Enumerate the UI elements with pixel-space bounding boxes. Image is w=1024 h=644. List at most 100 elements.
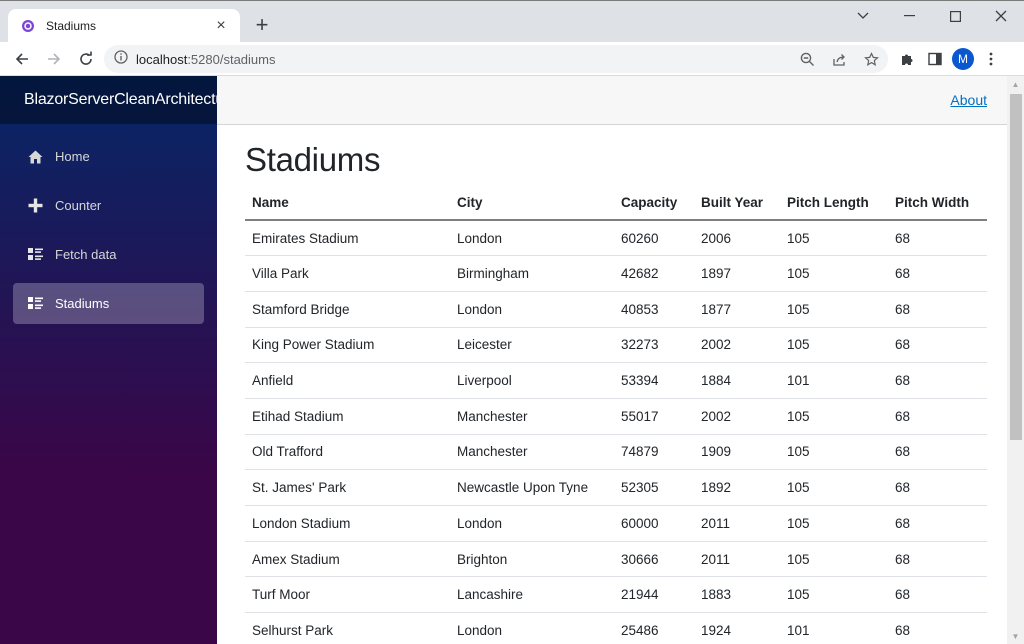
cell-pitch-length: 105 — [780, 220, 888, 257]
cell-pitch-width: 68 — [888, 291, 987, 328]
about-link[interactable]: About — [950, 92, 987, 108]
site-info-icon[interactable] — [114, 49, 128, 69]
cell-city: Manchester — [450, 434, 614, 471]
cell-pitch-length: 101 — [780, 362, 888, 399]
cell-name: King Power Stadium — [245, 327, 450, 364]
cell-pitch-length: 105 — [780, 469, 888, 506]
sidebar-item-label: Fetch data — [55, 247, 117, 262]
cell-city: Manchester — [450, 398, 614, 435]
cell-built-year: 2011 — [694, 541, 780, 578]
scroll-up-arrow-icon[interactable]: ▲ — [1007, 76, 1024, 92]
cell-pitch-width: 68 — [888, 541, 987, 578]
cell-name: Villa Park — [245, 255, 450, 292]
new-tab-button[interactable]: + — [250, 13, 274, 37]
cell-pitch-width: 68 — [888, 398, 987, 435]
cell-capacity: 40853 — [614, 291, 694, 328]
cell-name: Amex Stadium — [245, 541, 450, 578]
tab-search-icon[interactable] — [840, 1, 886, 31]
list-rich-icon — [27, 247, 43, 263]
stadiums-table: Name City Capacity Built Year Pitch Leng… — [245, 187, 987, 644]
cell-pitch-length: 105 — [780, 434, 888, 471]
cell-pitch-width: 68 — [888, 362, 987, 399]
table-row: Stamford Bridge London 40853 1877 105 68 — [245, 291, 987, 328]
url-text: localhost:5280/stadiums — [136, 52, 275, 67]
side-panel-icon[interactable] — [924, 48, 946, 70]
cell-pitch-length: 105 — [780, 255, 888, 292]
cell-name: Emirates Stadium — [245, 220, 450, 257]
sidebar: BlazorServerCleanArchitecture Home Count… — [0, 76, 217, 644]
plus-icon — [27, 198, 43, 214]
cell-built-year: 1892 — [694, 469, 780, 506]
cell-name: Selhurst Park — [245, 612, 450, 644]
back-arrow-icon[interactable] — [6, 43, 38, 75]
cell-city: London — [450, 505, 614, 542]
address-bar[interactable]: localhost:5280/stadiums — [104, 45, 888, 73]
url-path: :5280/stadiums — [187, 51, 276, 67]
more-menu-icon[interactable] — [980, 48, 1002, 70]
tab-close-icon[interactable]: × — [212, 17, 230, 35]
cell-city: Birmingham — [450, 255, 614, 292]
bookmark-star-icon[interactable] — [860, 48, 882, 70]
cell-built-year: 2002 — [694, 398, 780, 435]
cell-pitch-width: 68 — [888, 327, 987, 364]
browser-toolbar: localhost:5280/stadiums M — [0, 42, 1024, 76]
sidebar-item-home[interactable]: Home — [13, 136, 204, 177]
table-row: St. James' Park Newcastle Upon Tyne 52305 1… — [245, 469, 987, 506]
table-body: Emirates Stadium London 60260 2006 105 68 Vill… — [245, 220, 987, 644]
sidebar-item-fetch-data[interactable]: Fetch data — [13, 234, 204, 275]
minimize-icon[interactable] — [886, 1, 932, 31]
sidebar-item-counter[interactable]: Counter — [13, 185, 204, 226]
forward-arrow-icon[interactable] — [38, 43, 70, 75]
page-viewport: BlazorServerCleanArchitecture Home Count… — [0, 76, 1024, 644]
scroll-down-arrow-icon[interactable]: ▼ — [1007, 628, 1024, 644]
reload-icon[interactable] — [70, 43, 102, 75]
cell-city: Leicester — [450, 327, 614, 364]
cell-name: Turf Moor — [245, 576, 450, 614]
scrollbar-thumb[interactable] — [1010, 94, 1022, 440]
cell-pitch-width: 68 — [888, 255, 987, 292]
cell-built-year: 1924 — [694, 612, 780, 644]
column-header-capacity: Capacity — [614, 187, 694, 221]
brand-bar: BlazorServerCleanArchitecture — [0, 76, 217, 124]
url-host: localhost — [136, 51, 188, 67]
cell-capacity: 60260 — [614, 220, 694, 257]
cell-capacity: 21944 — [614, 576, 694, 614]
cell-pitch-length: 101 — [780, 612, 888, 644]
cell-capacity: 25486 — [614, 612, 694, 644]
cell-capacity: 55017 — [614, 398, 694, 435]
cell-city: Liverpool — [450, 362, 614, 399]
browser-tab[interactable]: Stadiums × — [8, 9, 240, 43]
list-rich-icon — [27, 296, 43, 312]
table-header-row: Name City Capacity Built Year Pitch Leng… — [245, 187, 987, 221]
sidebar-nav: Home Counter Fetch data Stadiums — [0, 124, 217, 324]
vertical-scrollbar[interactable]: ▲ ▼ — [1007, 76, 1024, 644]
brand-link[interactable]: BlazorServerCleanArchitecture — [24, 91, 217, 109]
close-window-icon[interactable] — [978, 1, 1024, 31]
blazor-favicon-icon — [20, 18, 36, 34]
cell-capacity: 52305 — [614, 469, 694, 506]
sidebar-item-stadiums[interactable]: Stadiums — [13, 283, 204, 324]
cell-built-year: 1877 — [694, 291, 780, 328]
share-icon[interactable] — [828, 48, 850, 70]
cell-pitch-width: 68 — [888, 505, 987, 542]
extensions-puzzle-icon[interactable] — [896, 48, 918, 70]
tab-title: Stadiums — [46, 19, 97, 33]
page-title: Stadiums — [245, 141, 381, 178]
cell-city: Brighton — [450, 541, 614, 578]
zoom-out-icon[interactable] — [796, 48, 818, 70]
table-row: Villa Park Birmingham 42682 1897 105 68 — [245, 255, 987, 292]
table-row: Selhurst Park London 25486 1924 101 68 — [245, 612, 987, 644]
maximize-icon[interactable] — [932, 1, 978, 31]
sidebar-item-label: Counter — [55, 198, 102, 213]
column-header-built-year: Built Year — [694, 187, 780, 221]
profile-avatar[interactable]: M — [952, 48, 974, 70]
cell-city: Lancashire — [450, 576, 614, 614]
sidebar-item-label: Home — [55, 149, 90, 164]
table-row: Old Trafford Manchester 74879 1909 105 68 — [245, 434, 987, 471]
column-header-pitch-width: Pitch Width — [888, 187, 987, 221]
column-header-name: Name — [245, 187, 450, 221]
cell-built-year: 2002 — [694, 327, 780, 364]
table-row: King Power Stadium Leicester 32273 2002 105 6… — [245, 327, 987, 364]
cell-city: Newcastle Upon Tyne — [450, 469, 614, 506]
cell-pitch-width: 68 — [888, 612, 987, 644]
